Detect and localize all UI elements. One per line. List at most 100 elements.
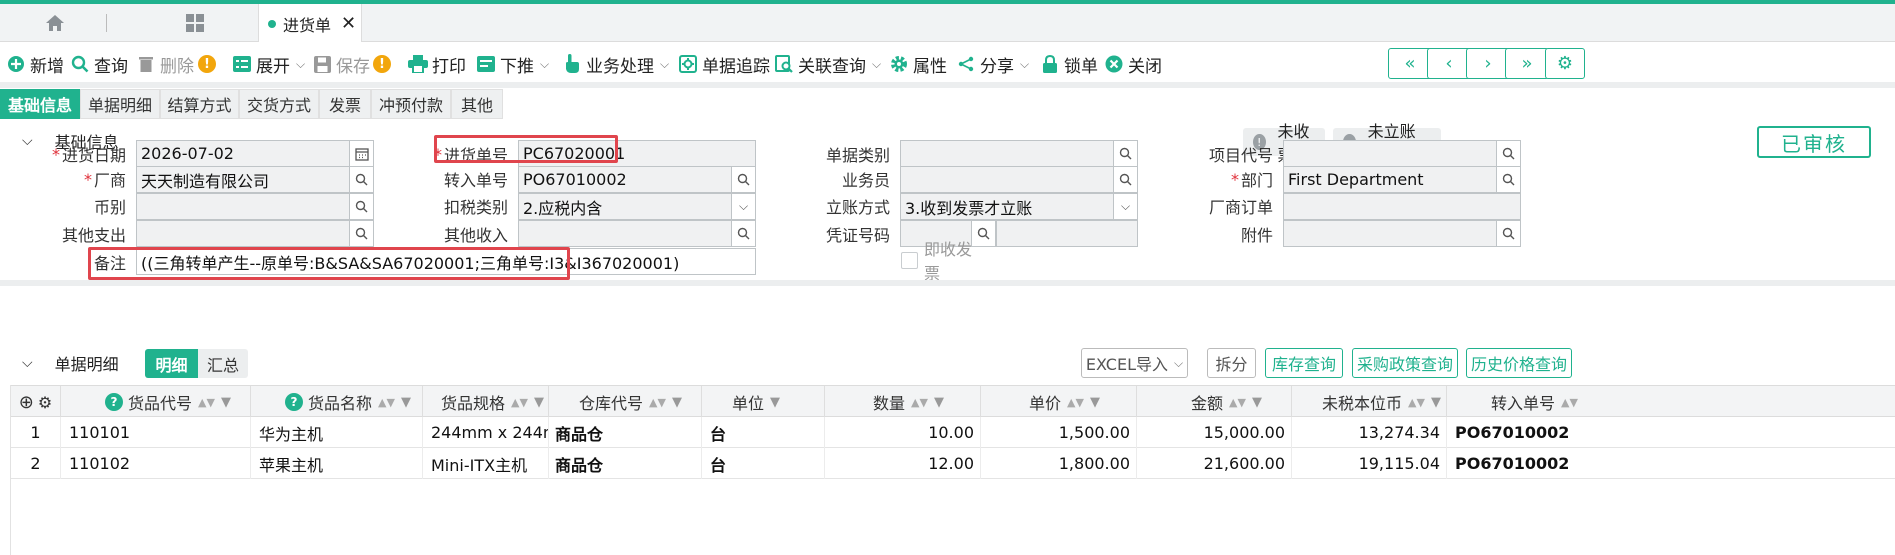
save-warning-icon[interactable]: ! <box>373 50 391 78</box>
salesman-field[interactable] <box>900 166 1114 193</box>
tab-invoice[interactable]: 发票 <box>319 89 371 119</box>
apps-grid-icon[interactable] <box>180 4 210 42</box>
details-header[interactable]: ⌵ 单据明细 <box>0 346 1895 380</box>
search-icon[interactable] <box>1496 140 1521 167</box>
col-transfer-no[interactable]: 转入单号 ▲▼ <box>1447 386 1607 418</box>
unit-price-cell[interactable]: 1,800.00 <box>981 448 1137 479</box>
document-trace-button[interactable]: 单据追踪 <box>678 50 770 78</box>
unit-cell[interactable]: 台 <box>702 417 825 448</box>
expand-button[interactable]: 展开 ⌵ <box>232 50 305 78</box>
print-button[interactable]: 打印 <box>408 50 466 78</box>
col-item-name[interactable]: ? 货品名称 ▲▼ ▼ <box>251 386 423 418</box>
chevron-down-icon[interactable]: ⌵ <box>731 193 756 220</box>
quantity-cell[interactable]: 12.00 <box>825 448 981 479</box>
tab-delivery[interactable]: 交货方式 <box>239 89 319 119</box>
currency-field[interactable] <box>136 193 350 220</box>
pretax-amount-cell[interactable]: 13,274.34 <box>1292 417 1447 448</box>
other-expense-field[interactable] <box>136 220 350 247</box>
vendor-field[interactable]: 天天制造有限公司 <box>136 166 350 193</box>
tab-other[interactable]: 其他 <box>451 89 503 119</box>
table-row[interactable]: 2 110102 苹果主机 Mini-ITX主机 商品仓 台 12.00 1,8… <box>11 448 1895 479</box>
delete-warning-icon[interactable]: ! <box>198 50 216 78</box>
previous-record-button[interactable]: ‹ <box>1427 48 1471 79</box>
warehouse-cell[interactable]: 商品仓 <box>549 448 702 479</box>
search-icon[interactable] <box>349 220 374 247</box>
tab-basic-info[interactable]: 基础信息 <box>0 89 80 119</box>
col-unit[interactable]: 单位 ▼ <box>702 386 825 418</box>
account-method-select[interactable]: 3.收到发票才立账 <box>900 193 1114 220</box>
item-spec-cell[interactable]: Mini-ITX主机 <box>423 448 549 479</box>
search-icon[interactable] <box>1113 166 1138 193</box>
search-icon[interactable] <box>1113 140 1138 167</box>
search-icon[interactable] <box>731 220 756 247</box>
remark-field[interactable]: ((三角转单产生--原单号:B&SA&SA67020001;三角单号:I3&I3… <box>136 248 756 275</box>
price-history-button[interactable]: 历史价格查询 <box>1466 348 1572 378</box>
item-name-cell[interactable]: 苹果主机 <box>251 448 423 479</box>
save-button[interactable]: 保存 <box>312 50 370 78</box>
search-icon[interactable] <box>731 166 756 193</box>
query-button[interactable]: 查询 <box>70 50 128 78</box>
quantity-cell[interactable]: 10.00 <box>825 417 981 448</box>
voucher-no-field[interactable] <box>996 220 1138 247</box>
business-process-button[interactable]: 业务处理 ⌵ <box>562 50 669 78</box>
transfer-no-cell[interactable]: PO67010002 <box>1447 448 1607 479</box>
new-button[interactable]: 新增 <box>6 50 64 78</box>
other-income-field[interactable] <box>518 220 732 247</box>
stock-query-button[interactable]: 库存查询 <box>1265 348 1343 378</box>
add-row-icon[interactable]: ⊕ <box>19 392 34 413</box>
warehouse-cell[interactable]: 商品仓 <box>549 417 702 448</box>
search-icon[interactable] <box>1496 220 1521 247</box>
column-settings-gear-icon[interactable]: ⚙ <box>38 393 52 412</box>
home-icon[interactable] <box>40 4 70 42</box>
transfer-no-field[interactable]: PO67010002 <box>518 166 732 193</box>
instant-invoice-checkbox[interactable] <box>901 252 918 269</box>
department-field[interactable]: First Department <box>1283 166 1497 193</box>
item-code-cell[interactable]: 110101 <box>61 417 251 448</box>
unit-price-cell[interactable]: 1,500.00 <box>981 417 1137 448</box>
col-item-spec[interactable]: 货品规格 ▲▼ ▼ <box>423 386 549 418</box>
delete-button[interactable]: 删除 <box>136 50 194 78</box>
attributes-button[interactable]: 属性 <box>889 50 947 78</box>
next-record-button[interactable]: › <box>1466 48 1510 79</box>
item-spec-cell[interactable]: 244mm x 244m… <box>423 417 549 448</box>
lock-button[interactable]: 锁单 <box>1040 50 1098 78</box>
col-quantity[interactable]: 数量 ▲▼ ▼ <box>825 386 981 418</box>
transfer-no-cell[interactable]: PO67010002 <box>1447 417 1607 448</box>
project-code-field[interactable] <box>1283 140 1497 167</box>
tab-purchase-receipt[interactable]: 进货单 ✕ <box>258 4 362 43</box>
related-query-button[interactable]: 关联查询 ⌵ <box>774 50 881 78</box>
calendar-icon[interactable] <box>349 140 374 167</box>
vendor-order-field[interactable] <box>1283 193 1521 220</box>
item-name-cell[interactable]: 华为主机 <box>251 417 423 448</box>
tab-document-details[interactable]: 单据明细 <box>80 89 160 119</box>
doc-no-field[interactable]: PC67020001 <box>518 140 756 167</box>
col-warehouse[interactable]: 仓库代号 ▲▼ ▼ <box>549 386 702 418</box>
tax-type-select[interactable]: 2.应税内含 <box>518 193 732 220</box>
chevron-down-icon[interactable]: ⌵ <box>1113 193 1138 220</box>
date-field[interactable]: 2026-07-02 <box>136 140 350 167</box>
close-button[interactable]: 关闭 <box>1104 50 1162 78</box>
table-row[interactable]: 1 110101 华为主机 244mm x 244m… 商品仓 台 10.00 … <box>11 417 1895 448</box>
col-unit-price[interactable]: 单价 ▲▼ ▼ <box>981 386 1137 418</box>
share-button[interactable]: 分享 ⌵ <box>956 50 1029 78</box>
search-icon[interactable] <box>349 166 374 193</box>
pretax-amount-cell[interactable]: 19,115.04 <box>1292 448 1447 479</box>
purchase-policy-button[interactable]: 采购政策查询 <box>1352 348 1458 378</box>
tab-prepayment[interactable]: 冲预付款 <box>371 89 451 119</box>
close-tab-icon[interactable]: ✕ <box>341 13 356 34</box>
amount-cell[interactable]: 15,000.00 <box>1137 417 1292 448</box>
item-code-cell[interactable]: 110102 <box>61 448 251 479</box>
last-record-button[interactable]: » <box>1505 48 1549 79</box>
tab-settlement[interactable]: 结算方式 <box>160 89 239 119</box>
push-down-button[interactable]: 下推 ⌵ <box>476 50 549 78</box>
search-icon[interactable] <box>1496 166 1521 193</box>
col-pretax-amount[interactable]: 未税本位币 ▲▼ ▼ <box>1292 386 1447 418</box>
first-record-button[interactable]: « <box>1388 48 1432 79</box>
amount-cell[interactable]: 21,600.00 <box>1137 448 1292 479</box>
unit-cell[interactable]: 台 <box>702 448 825 479</box>
split-button[interactable]: 拆分 <box>1207 348 1256 378</box>
detail-view-toggle[interactable]: 明细 <box>145 349 198 378</box>
col-item-code[interactable]: ? 货品代号 ▲▼ ▼ <box>61 386 251 418</box>
doc-category-field[interactable] <box>900 140 1114 167</box>
search-icon[interactable] <box>349 193 374 220</box>
